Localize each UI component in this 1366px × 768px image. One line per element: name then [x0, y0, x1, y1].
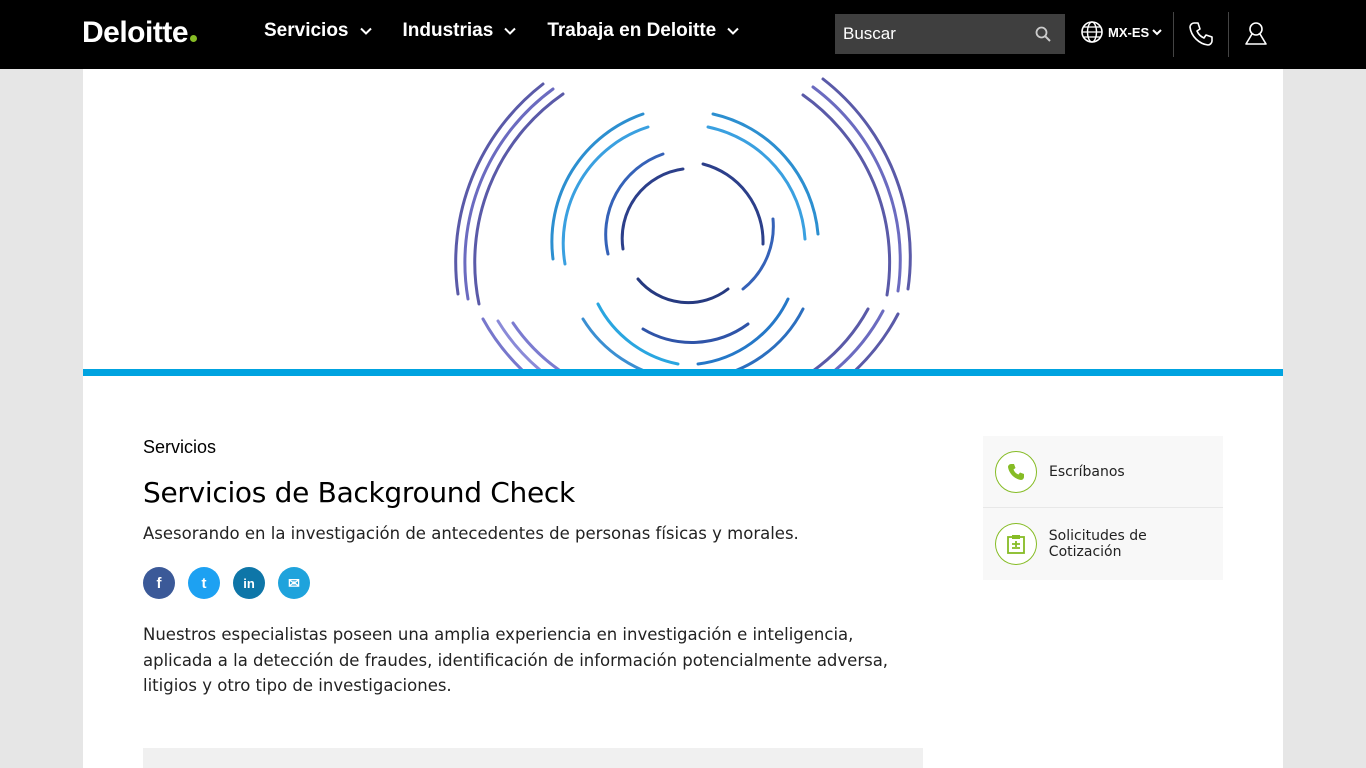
header-divider: [1173, 12, 1174, 57]
logo-text: Deloitte: [82, 16, 189, 49]
locale-selector[interactable]: MX-ES: [1080, 20, 1163, 44]
hero-accent-bar: [83, 369, 1283, 376]
globe-icon: [1081, 21, 1103, 43]
phone-icon[interactable]: [1187, 20, 1215, 48]
body-paragraph: Nuestros especialistas poseen una amplia…: [143, 625, 889, 695]
page-subtitle: Asesorando en la investigación de antece…: [143, 524, 799, 543]
nav-item-label: Servicios: [264, 20, 349, 41]
email-share-button[interactable]: ✉: [278, 567, 310, 599]
contact-write-us-label: Escríbanos: [1049, 463, 1125, 480]
deloitte-logo[interactable]: Deloitte: [82, 16, 198, 50]
clipboard-icon: [995, 523, 1037, 565]
contact-write-us[interactable]: Escríbanos: [983, 436, 1223, 508]
contact-quote-requests-label: Solicitudes de Cotización: [1048, 528, 1147, 560]
main-content: Servicios Servicios de Background Check …: [83, 69, 1283, 768]
nav-item-industrias[interactable]: Industrias: [403, 20, 518, 42]
facebook-share-button[interactable]: f: [143, 567, 175, 599]
twitter-icon: t: [201, 574, 207, 592]
twitter-share-button[interactable]: t: [188, 567, 220, 599]
share-buttons: f t in ✉: [143, 567, 310, 599]
nav-item-label: Industrias: [402, 20, 494, 41]
chevron-down-icon: [504, 27, 517, 35]
chevron-down-icon: [727, 27, 739, 35]
nav-item-trabaja[interactable]: Trabaja en Deloitte: [547, 20, 740, 42]
contact-quote-requests[interactable]: Solicitudes de Cotización: [983, 508, 1223, 580]
nav-item-label: Trabaja en Deloitte: [547, 20, 717, 41]
hero-banner: [83, 69, 1283, 369]
nav-item-servicios[interactable]: Servicios: [264, 20, 373, 42]
email-icon: ✉: [288, 574, 300, 591]
contact-side-panel: Escríbanos Solicitudes de Cotización: [983, 436, 1223, 580]
phone-icon: [995, 450, 1037, 493]
content-block-placeholder: [143, 748, 923, 768]
user-icon[interactable]: [1242, 20, 1270, 48]
logo-green-dot: [190, 35, 198, 42]
linkedin-icon: in: [243, 575, 255, 591]
header-divider: [1228, 12, 1229, 57]
page-title: Servicios de Background Check: [143, 476, 575, 509]
search-box: [835, 14, 1065, 54]
search-input[interactable]: [835, 24, 1020, 44]
main-nav: Servicios Industrias Trabaja en Deloitte: [264, 20, 770, 42]
chevron-down-icon: [1152, 29, 1162, 36]
top-navigation-bar: Deloitte Servicios Industrias Trabaja en…: [0, 0, 1366, 69]
hero-image-concentric-rings: [454, 77, 912, 369]
section-eyebrow[interactable]: Servicios: [143, 437, 216, 458]
chevron-down-icon: [359, 27, 372, 35]
locale-label: MX-ES: [1108, 24, 1150, 40]
linkedin-share-button[interactable]: in: [233, 567, 265, 599]
facebook-icon: f: [156, 574, 162, 592]
search-icon[interactable]: [1035, 26, 1051, 42]
